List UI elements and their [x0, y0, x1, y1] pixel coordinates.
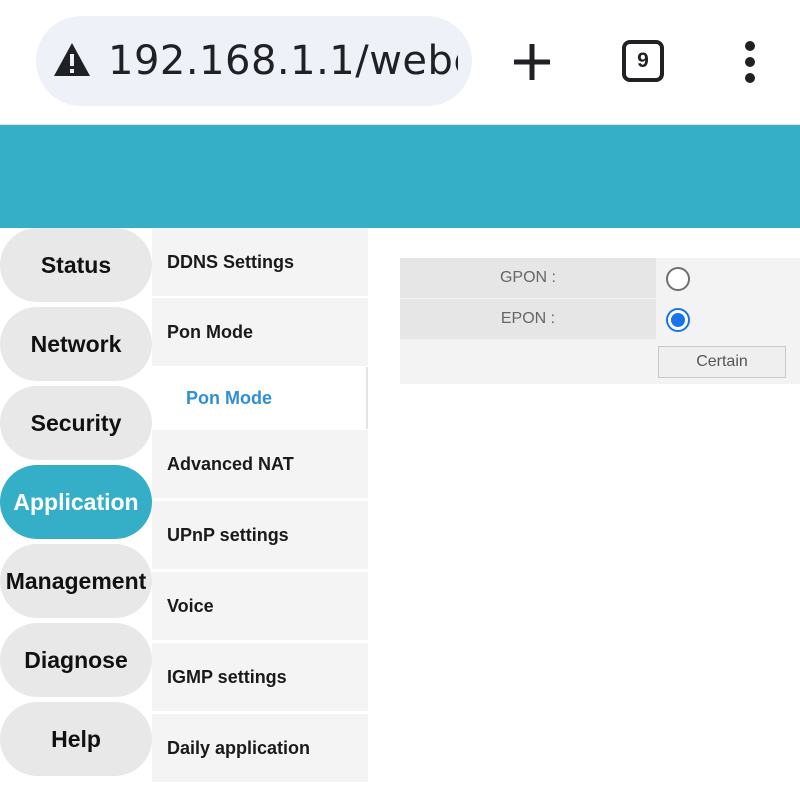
pon-mode-form: GPON : EPON : Certain — [400, 258, 800, 384]
subnav-advanced-nat[interactable]: Advanced NAT — [152, 430, 368, 498]
certain-button[interactable]: Certain — [658, 346, 786, 378]
browser-toolbar: 192.168.1.1/webcm 9 — [0, 0, 800, 125]
subnav-daily-application[interactable]: Daily application — [152, 714, 368, 782]
epon-radio[interactable] — [666, 308, 690, 332]
epon-field — [658, 299, 800, 339]
gpon-row: GPON : — [400, 258, 800, 298]
subnav-upnp-settings[interactable]: UPnP settings — [152, 501, 368, 569]
nav-item-application[interactable]: Application — [0, 465, 152, 539]
plus-icon[interactable] — [510, 40, 554, 84]
tab-count: 9 — [637, 49, 649, 72]
address-bar[interactable]: 192.168.1.1/webcm — [36, 16, 472, 106]
gpon-field — [658, 258, 800, 298]
header-banner — [0, 125, 800, 228]
more-vert-icon[interactable] — [740, 40, 760, 84]
subnav-igmp-settings[interactable]: IGMP settings — [152, 643, 368, 711]
subnav-voice[interactable]: Voice — [152, 572, 368, 640]
epon-label: EPON : — [400, 299, 656, 339]
nav-item-diagnose[interactable]: Diagnose — [0, 623, 152, 697]
gpon-label: GPON : — [400, 258, 656, 298]
url-text[interactable]: 192.168.1.1/webcm — [108, 34, 458, 88]
epon-row: EPON : — [400, 299, 800, 339]
nav-item-status[interactable]: Status — [0, 228, 152, 302]
nav-item-network[interactable]: Network — [0, 307, 152, 381]
tabs-icon[interactable]: 9 — [622, 40, 664, 82]
subnav-ddns-settings[interactable]: DDNS Settings — [152, 228, 368, 296]
warning-icon[interactable] — [52, 40, 92, 80]
nav-item-help[interactable]: Help — [0, 702, 152, 776]
subnav-pon-mode[interactable]: Pon Mode — [152, 298, 368, 366]
gpon-radio[interactable] — [666, 267, 690, 291]
nav-item-management[interactable]: Management — [0, 544, 152, 618]
nav-item-security[interactable]: Security — [0, 386, 152, 460]
subnav-pon-mode-child[interactable]: Pon Mode — [152, 367, 368, 429]
